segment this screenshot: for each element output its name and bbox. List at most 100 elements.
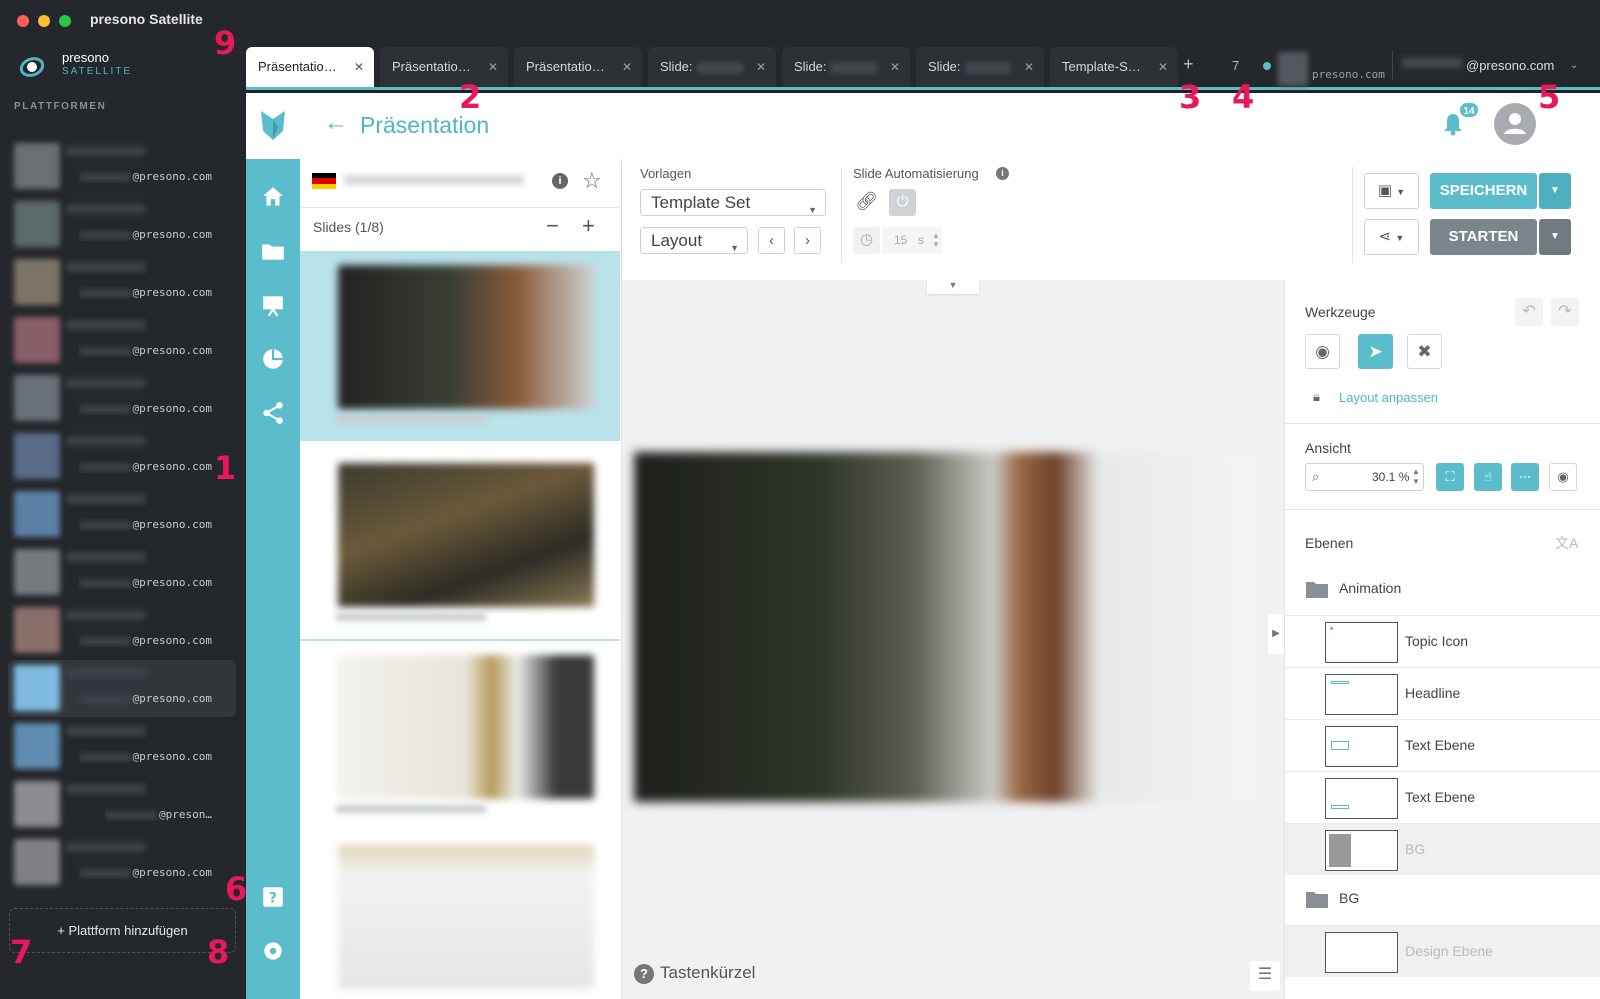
help-icon: ? [634, 964, 654, 984]
close-icon[interactable]: ✕ [622, 47, 632, 87]
keyboard-shortcuts-link[interactable]: ? Tastenkürzel [634, 963, 755, 984]
star-icon[interactable]: ☆ [582, 168, 602, 194]
share-menu-button[interactable]: ⋖ ▼ [1364, 219, 1419, 255]
layer-row[interactable]: Design Ebene [1285, 925, 1600, 977]
share-icon[interactable] [260, 400, 286, 426]
layer-row[interactable]: Text Ebene [1285, 719, 1600, 771]
fit-screen-icon[interactable]: ⛶ [1436, 463, 1464, 491]
user-avatar-icon[interactable] [1494, 103, 1536, 145]
slide-image [338, 845, 594, 989]
slide-thumbnail-2[interactable] [300, 449, 620, 639]
pie-chart-icon[interactable] [260, 346, 286, 372]
slide-preview[interactable] [634, 452, 1254, 802]
start-options-button[interactable]: ▼ [1539, 219, 1571, 255]
seconds-unit: s [918, 233, 924, 247]
tab[interactable]: Präsentatio… ✕ [380, 47, 508, 87]
layer-row[interactable]: BG [1285, 823, 1600, 875]
tab[interactable]: Präsentatio… ✕ [246, 47, 374, 87]
collapse-toolbar-toggle[interactable]: ▼ [927, 280, 979, 294]
tab[interactable]: Slide: ✕ [648, 47, 776, 87]
tab[interactable]: Slide: ✕ [916, 47, 1044, 87]
stepper-icon[interactable]: ▲ ▼ [932, 231, 940, 249]
undo-icon[interactable]: ↶ [1515, 298, 1543, 326]
help-icon[interactable]: ? [260, 884, 286, 910]
platform-item[interactable]: @presono.com [8, 254, 236, 311]
slide-thumbnail-4[interactable] [300, 831, 620, 999]
platform-item[interactable]: @presono.com [8, 544, 236, 601]
close-icon[interactable]: ✕ [1024, 47, 1034, 87]
zoom-window-button[interactable] [59, 15, 71, 27]
platform-item[interactable]: @presono.com [8, 196, 236, 253]
feedback-menu-button[interactable]: ▣ ▼ [1364, 173, 1419, 209]
layout-select[interactable]: Layout ▼ [640, 227, 748, 254]
link-icon[interactable]: 🔗︎ [853, 189, 880, 216]
zoom-out-button[interactable]: − [546, 213, 559, 239]
zoom-in-button[interactable]: + [582, 213, 595, 239]
layer-row[interactable]: Text Ebene [1285, 771, 1600, 823]
home-icon[interactable] [260, 184, 286, 210]
folder-icon[interactable] [260, 238, 286, 264]
annotation-number: 1 [214, 449, 237, 487]
back-arrow-icon[interactable]: ← [324, 109, 348, 137]
start-button[interactable]: STARTEN [1430, 219, 1537, 255]
slide-thumbnail-1[interactable] [300, 251, 620, 441]
platform-item[interactable]: @preson… [8, 776, 236, 833]
zoom-input[interactable]: ⌕ 30.1 % ▲ ▼ [1305, 463, 1424, 491]
layer-folder[interactable]: Animation [1285, 565, 1600, 615]
overflow-icon[interactable]: ⋯ [1511, 463, 1539, 491]
divider [1285, 423, 1600, 424]
account-email[interactable]: @presono.com [1466, 58, 1554, 73]
platform-item[interactable]: @presono.com [8, 660, 236, 717]
tab[interactable]: Präsentatio… ✕ [514, 47, 642, 87]
close-icon[interactable]: ✕ [488, 47, 498, 87]
save-button[interactable]: SPEICHERN [1430, 173, 1537, 209]
minimize-window-button[interactable] [38, 15, 50, 27]
close-icon[interactable]: ✕ [354, 47, 364, 87]
redo-icon[interactable]: ↷ [1551, 298, 1579, 326]
prev-layout-button[interactable]: ‹ [758, 227, 785, 254]
presentation-icon[interactable] [260, 292, 286, 318]
platform-item[interactable]: @presono.com [8, 138, 236, 195]
new-tab-button[interactable]: + [1183, 54, 1194, 75]
add-platform-button[interactable]: + Plattform hinzufügen [9, 908, 236, 953]
platform-item[interactable]: @presono.com [8, 486, 236, 543]
seconds-input[interactable]: 15 s ▲ ▼ [882, 227, 942, 254]
stepper-icon[interactable]: ▲ ▼ [1412, 467, 1420, 487]
translate-icon[interactable]: 文A [1555, 533, 1578, 553]
close-icon[interactable]: ✕ [890, 47, 900, 87]
layout-adjust-link[interactable]: Layout anpassen [1339, 390, 1438, 405]
platform-email: @presono.com [78, 228, 212, 241]
platform-item[interactable]: @presono.com [8, 428, 236, 485]
layer-folder[interactable]: BG [1285, 875, 1600, 925]
platform-item[interactable]: @presono.com [8, 312, 236, 369]
close-window-button[interactable] [17, 15, 29, 27]
info-icon[interactable]: i [996, 167, 1009, 180]
expand-panel-toggle[interactable]: ▶ [1268, 614, 1284, 654]
layer-row[interactable]: Headline [1285, 667, 1600, 719]
german-flag-icon[interactable] [312, 173, 336, 189]
close-icon[interactable]: ✕ [756, 47, 766, 87]
align-icon[interactable]: ☰ [1250, 961, 1280, 991]
delete-button[interactable]: ✖ [1407, 334, 1442, 369]
cursor-mode-icon[interactable]: ☝ [1474, 463, 1502, 491]
visibility-icon[interactable]: ◉ [1549, 463, 1577, 491]
save-options-button[interactable]: ▼ [1539, 173, 1571, 209]
preview-eye-button[interactable]: ◉ [1305, 334, 1340, 369]
layer-row[interactable]: Topic Icon [1285, 615, 1600, 667]
platform-item[interactable]: @presono.com [8, 718, 236, 775]
platform-item[interactable]: @presono.com [8, 370, 236, 427]
platform-item[interactable]: @presono.com [8, 602, 236, 659]
tab[interactable]: Slide: ✕ [782, 47, 910, 87]
tab[interactable]: Template-S… ✕ [1050, 47, 1178, 87]
chevron-down-icon[interactable]: ⌄ [1570, 60, 1578, 71]
template-set-select[interactable]: Template Set ▼ [640, 189, 826, 216]
close-icon[interactable]: ✕ [1158, 47, 1168, 87]
gear-icon[interactable] [260, 938, 286, 964]
platform-item[interactable]: @presono.com [8, 834, 236, 891]
slide-thumbnail-3[interactable] [300, 639, 620, 829]
next-layout-button[interactable]: › [794, 227, 821, 254]
timer-toggle-icon[interactable]: ⏻ [889, 189, 916, 216]
select-pointer-button[interactable]: ➤ [1358, 334, 1393, 369]
layout-value: Layout [651, 231, 703, 250]
info-icon[interactable]: i [552, 173, 568, 189]
